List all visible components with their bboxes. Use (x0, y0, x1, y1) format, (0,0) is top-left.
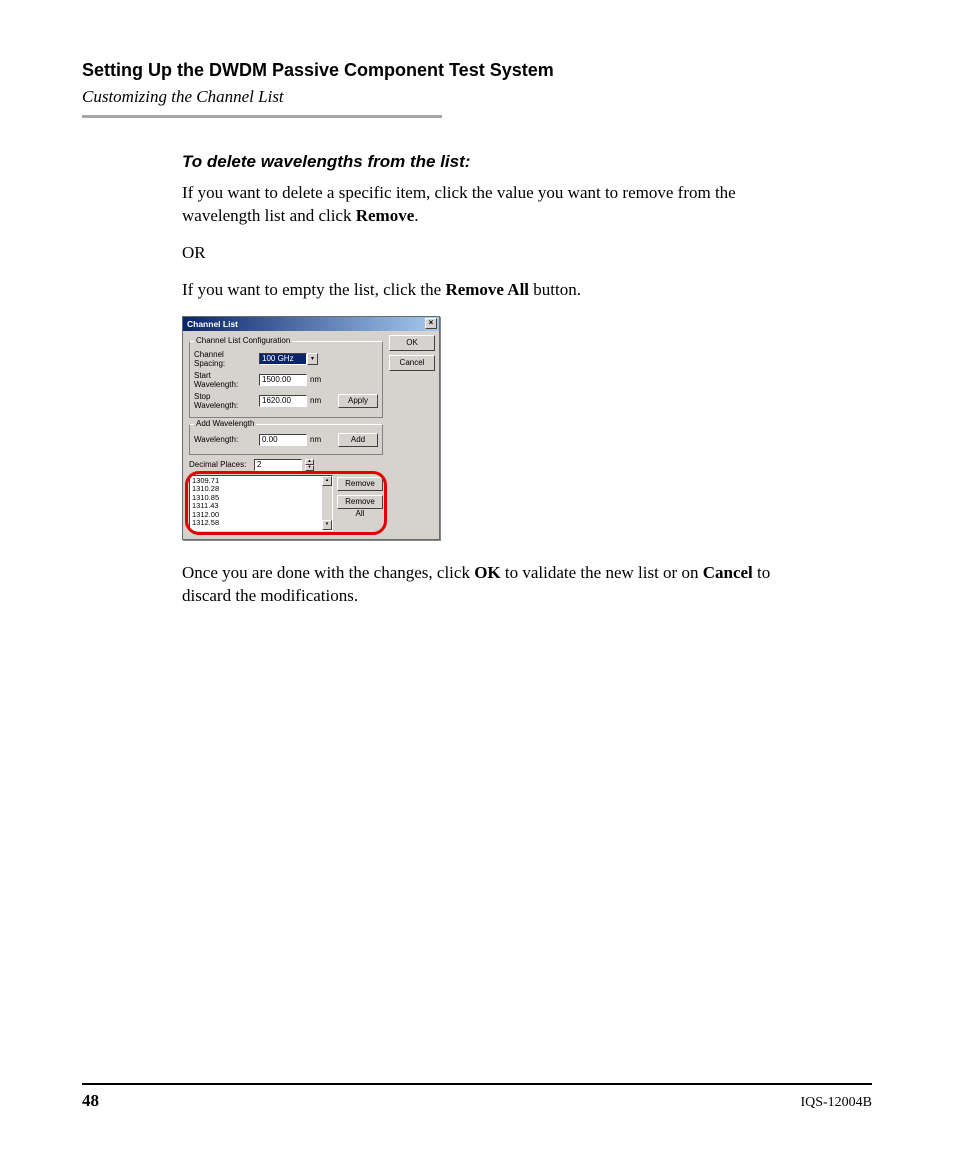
paragraph-1: If you want to delete a specific item, c… (182, 182, 792, 228)
cancel-button[interactable]: Cancel (389, 355, 435, 371)
wavelength-input[interactable]: 0.00 (259, 434, 307, 446)
p1-text-c: . (414, 206, 418, 225)
decimal-places-input[interactable]: 2 (254, 459, 302, 471)
p3-text-a: Once you are done with the changes, clic… (182, 563, 474, 582)
page-header-subtitle: Customizing the Channel List (82, 87, 872, 107)
p3-bold-ok: OK (474, 563, 500, 582)
p1-bold: Remove (356, 206, 415, 225)
decimal-row: Decimal Places: 2 ▴ ▾ (189, 459, 383, 471)
start-wavelength-input[interactable]: 1500.00 (259, 374, 307, 386)
wavelength-listbox[interactable]: 1309.71 1310.28 1310.85 1311.43 1312.00 … (189, 475, 333, 531)
paragraph-3: Once you are done with the changes, clic… (182, 562, 792, 608)
p3-bold-cancel: Cancel (703, 563, 753, 582)
remove-all-button[interactable]: Remove All (337, 495, 383, 509)
unit-nm: nm (310, 375, 321, 384)
header-rule (82, 115, 442, 118)
p3-text-c: to validate the new list or on (501, 563, 703, 582)
paragraph-2: If you want to empty the list, click the… (182, 279, 792, 302)
channel-list-dialog: Channel List × Channel Spacing: 100 GHz … (182, 316, 440, 540)
scroll-down-icon[interactable]: ▾ (322, 520, 332, 530)
channel-spacing-label: Channel Spacing: (194, 350, 256, 368)
page-footer: 48 IQS-12004B (82, 1083, 872, 1111)
paragraph-or: OR (182, 242, 792, 265)
stop-wavelength-input[interactable]: 1620.00 (259, 395, 307, 407)
channel-spacing-select[interactable]: 100 GHz (259, 353, 307, 365)
p1-text-a: If you want to delete a specific item, c… (182, 183, 736, 225)
stop-wavelength-label: Stop Wavelength: (194, 392, 256, 410)
start-wavelength-label: Start Wavelength: (194, 371, 256, 389)
p2-bold: Remove All (445, 280, 529, 299)
chevron-down-icon[interactable]: ▾ (307, 353, 318, 365)
listbox-scrollbar[interactable]: ▴ ▾ (322, 476, 332, 530)
section-heading: To delete wavelengths from the list: (182, 152, 792, 172)
page-header-title: Setting Up the DWDM Passive Component Te… (82, 60, 872, 81)
body: To delete wavelengths from the list: If … (82, 152, 792, 608)
remove-button[interactable]: Remove (337, 477, 383, 491)
dialog-figure: Channel List × Channel Spacing: 100 GHz … (182, 316, 792, 540)
dialog-body: Channel Spacing: 100 GHz ▾ Start Wavelen… (183, 331, 439, 539)
list-item[interactable]: 1312.58 (192, 519, 330, 528)
unit-nm: nm (310, 396, 321, 405)
spinner-down-icon[interactable]: ▾ (305, 465, 314, 471)
page: Setting Up the DWDM Passive Component Te… (0, 0, 954, 1159)
apply-button[interactable]: Apply (338, 394, 378, 408)
page-number: 48 (82, 1091, 99, 1111)
p2-text-c: button. (529, 280, 581, 299)
scroll-track[interactable] (322, 486, 332, 520)
group-channel-list-config: Channel Spacing: 100 GHz ▾ Start Wavelen… (189, 341, 383, 418)
dialog-left-column: Channel Spacing: 100 GHz ▾ Start Wavelen… (187, 335, 385, 535)
document-id: IQS-12004B (800, 1095, 872, 1111)
ok-button[interactable]: OK (389, 335, 435, 351)
close-icon[interactable]: × (425, 318, 437, 329)
dialog-title: Channel List (187, 319, 425, 329)
decimal-places-label: Decimal Places: (189, 460, 251, 469)
list-buttons: Remove Remove All (337, 475, 383, 509)
unit-nm: nm (310, 435, 321, 444)
p2-text-a: If you want to empty the list, click the (182, 280, 445, 299)
add-button[interactable]: Add (338, 433, 378, 447)
footer-rule (82, 1083, 872, 1085)
list-area: 1309.71 1310.28 1310.85 1311.43 1312.00 … (189, 475, 383, 531)
scroll-up-icon[interactable]: ▴ (322, 476, 332, 486)
decimal-spinner[interactable]: ▴ ▾ (305, 459, 314, 471)
dialog-right-column: OK Cancel (389, 335, 435, 535)
dialog-titlebar[interactable]: Channel List × (183, 317, 439, 331)
wavelength-label: Wavelength: (194, 435, 256, 444)
group-add-wavelength: Wavelength: 0.00 nm Add (189, 424, 383, 455)
